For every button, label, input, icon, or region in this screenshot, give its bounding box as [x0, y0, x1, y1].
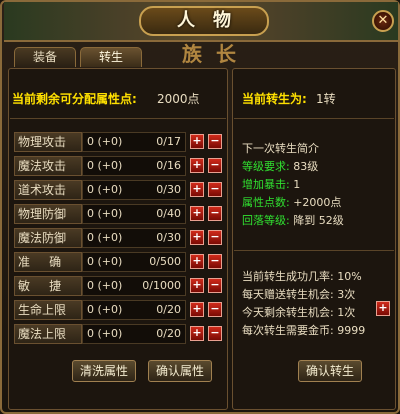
daily-gift-chances: 每天赠送转生机会: 3次 — [242, 288, 356, 301]
attribute-name: 魔法防御 — [14, 228, 82, 248]
attribute-row: 物理防御 0 (+0) 0/40 + − — [14, 204, 226, 224]
decrease-button[interactable]: − — [208, 158, 222, 173]
divider — [10, 118, 226, 119]
decrease-button[interactable]: − — [208, 326, 222, 341]
remaining-chances: 今天剩余转生机会: 1次 — [242, 306, 356, 319]
attribute-value: 0 (+0) 0/30 — [82, 228, 186, 248]
current-rebirth-label: 当前转生为: — [242, 92, 307, 106]
attribute-ratio: 0/30 — [156, 231, 181, 244]
wash-attributes-button[interactable]: 清洗属性 — [72, 360, 136, 382]
increase-button[interactable]: + — [190, 326, 204, 341]
attribute-value: 0 (+0) 0/20 — [82, 324, 186, 344]
decrease-button[interactable]: − — [208, 278, 222, 293]
character-window: 人物 ✕ 族长 装备 转生 当前剩余可分配属性点: 2000点 物理攻击 0 (… — [0, 0, 400, 414]
attribute-points-gain-value: +2000点 — [293, 196, 342, 209]
attribute-ratio: 0/20 — [156, 303, 181, 316]
attribute-base: 0 (+0) — [87, 255, 123, 268]
burst-bonus-value: 1 — [293, 178, 301, 191]
attribute-ratio: 0/40 — [156, 207, 181, 220]
level-drop-label: 回落等级: — [242, 214, 290, 227]
decrease-button[interactable]: − — [208, 182, 222, 197]
attribute-value: 0 (+0) 0/20 — [82, 300, 186, 320]
attribute-name: 物理防御 — [14, 204, 82, 224]
level-drop-value: 降到 52级 — [293, 214, 344, 227]
attribute-row: 准 确 0 (+0) 0/500 + − — [14, 252, 226, 272]
attribute-name: 道术攻击 — [14, 180, 82, 200]
tab-equipment[interactable]: 装备 — [14, 47, 76, 67]
rebirth-panel — [232, 68, 396, 410]
background-decor-text: 族长 — [182, 42, 250, 66]
level-drop: 回落等级: 降到 52级 — [242, 212, 344, 228]
attribute-name: 魔法上限 — [14, 324, 82, 344]
decrease-button[interactable]: − — [208, 230, 222, 245]
attribute-name: 物理攻击 — [14, 132, 82, 152]
current-rebirth-value: 1转 — [316, 92, 336, 106]
attribute-value: 0 (+0) 0/17 — [82, 132, 186, 152]
success-rate: 当前转生成功几率: 10% — [242, 270, 362, 283]
attribute-value: 0 (+0) 0/1000 — [82, 276, 186, 296]
decrease-button[interactable]: − — [208, 254, 222, 269]
attribute-row: 魔法防御 0 (+0) 0/30 + − — [14, 228, 226, 248]
attribute-row: 敏 捷 0 (+0) 0/1000 + − — [14, 276, 226, 296]
attribute-ratio: 0/17 — [156, 135, 181, 148]
increase-button[interactable]: + — [190, 254, 204, 269]
tab-rebirth[interactable]: 转生 — [80, 47, 142, 67]
attribute-value: 0 (+0) 0/30 — [82, 180, 186, 200]
increase-button[interactable]: + — [190, 302, 204, 317]
attribute-points-gain-label: 属性点数: — [242, 196, 290, 209]
attribute-value: 0 (+0) 0/16 — [82, 156, 186, 176]
attribute-ratio: 0/1000 — [142, 279, 181, 292]
level-requirement-label: 等级要求: — [242, 160, 290, 173]
attribute-ratio: 0/30 — [156, 183, 181, 196]
decrease-button[interactable]: − — [208, 134, 222, 149]
burst-bonus: 增加暴击: 1 — [242, 176, 300, 192]
attribute-base: 0 (+0) — [87, 159, 123, 172]
next-rebirth-intro: 下一次转生简介 — [242, 142, 319, 155]
attribute-row: 物理攻击 0 (+0) 0/17 + − — [14, 132, 226, 152]
attribute-row: 魔法上限 0 (+0) 0/20 + − — [14, 324, 226, 344]
attribute-row: 生命上限 0 (+0) 0/20 + − — [14, 300, 226, 320]
attribute-row: 道术攻击 0 (+0) 0/30 + − — [14, 180, 226, 200]
remaining-points-label: 当前剩余可分配属性点: — [12, 92, 137, 106]
attribute-base: 0 (+0) — [87, 135, 123, 148]
confirm-rebirth-button[interactable]: 确认转生 — [298, 360, 362, 382]
attribute-ratio: 0/20 — [156, 327, 181, 340]
window-title: 人物 — [139, 6, 269, 36]
attribute-value: 0 (+0) 0/500 — [82, 252, 186, 272]
attribute-name: 准 确 — [14, 252, 82, 272]
level-requirement-value: 83级 — [293, 160, 319, 173]
increase-button[interactable]: + — [190, 230, 204, 245]
increase-button[interactable]: + — [190, 134, 204, 149]
gold-cost: 每次转生需要金币: 9999 — [242, 324, 366, 337]
attribute-base: 0 (+0) — [87, 279, 123, 292]
divider — [234, 118, 394, 119]
burst-bonus-label: 增加暴击: — [242, 178, 290, 191]
attribute-base: 0 (+0) — [87, 207, 123, 220]
add-chance-button[interactable]: + — [376, 301, 390, 316]
increase-button[interactable]: + — [190, 206, 204, 221]
attribute-ratio: 0/16 — [156, 159, 181, 172]
increase-button[interactable]: + — [190, 182, 204, 197]
close-icon[interactable]: ✕ — [372, 10, 394, 32]
attribute-value: 0 (+0) 0/40 — [82, 204, 186, 224]
attribute-name: 生命上限 — [14, 300, 82, 320]
attribute-ratio: 0/500 — [149, 255, 181, 268]
confirm-attributes-button[interactable]: 确认属性 — [148, 360, 212, 382]
attribute-base: 0 (+0) — [87, 303, 123, 316]
attribute-base: 0 (+0) — [87, 327, 123, 340]
decrease-button[interactable]: − — [208, 206, 222, 221]
increase-button[interactable]: + — [190, 278, 204, 293]
increase-button[interactable]: + — [190, 158, 204, 173]
title-bar[interactable]: 人物 ✕ — [4, 2, 398, 42]
divider — [234, 250, 394, 251]
attribute-points-gain: 属性点数: +2000点 — [242, 194, 341, 210]
attribute-name: 敏 捷 — [14, 276, 82, 296]
level-requirement: 等级要求: 83级 — [242, 158, 318, 174]
decrease-button[interactable]: − — [208, 302, 222, 317]
attribute-base: 0 (+0) — [87, 231, 123, 244]
attribute-name: 魔法攻击 — [14, 156, 82, 176]
remaining-points-value: 2000点 — [157, 92, 200, 106]
attribute-base: 0 (+0) — [87, 183, 123, 196]
attribute-row: 魔法攻击 0 (+0) 0/16 + − — [14, 156, 226, 176]
